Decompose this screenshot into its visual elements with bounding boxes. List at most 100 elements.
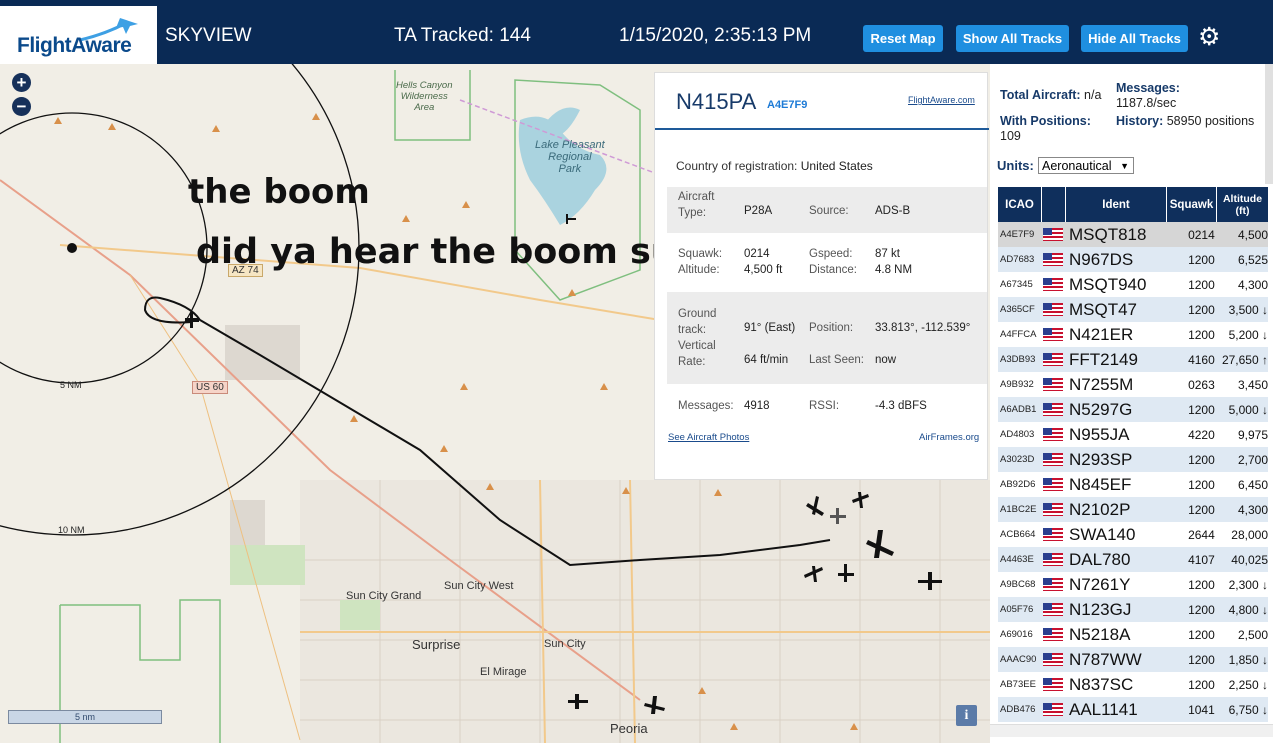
ground-track-value: 91° (East) bbox=[744, 322, 796, 334]
label-us60: US 60 bbox=[192, 381, 228, 394]
row-squawk: 1200 bbox=[1188, 602, 1215, 617]
table-row[interactable]: AAAC90 N787WW 1200 1,850 ↓ bbox=[998, 647, 1268, 672]
table-row[interactable]: A4FFCA N421ER 1200 5,200 ↓ bbox=[998, 322, 1268, 347]
country-label: Country of registration: bbox=[676, 159, 798, 173]
row-ident: N2102P bbox=[1068, 499, 1131, 519]
us-flag-icon bbox=[1043, 503, 1067, 516]
row-squawk: 1200 bbox=[1188, 477, 1215, 492]
row-squawk: 1200 bbox=[1188, 627, 1215, 642]
gspeed-value: 87 kt bbox=[875, 248, 900, 260]
aircraft-table: ICAO Ident Squawk Altitude (ft) A4E7F9 MS… bbox=[998, 187, 1268, 722]
col-squawk[interactable]: Squawk bbox=[1167, 187, 1217, 222]
table-row[interactable]: A05F76 N123GJ 1200 4,800 ↓ bbox=[998, 597, 1268, 622]
zoom-out-button[interactable]: − bbox=[12, 97, 31, 116]
us-flag-icon bbox=[1043, 603, 1067, 616]
table-row[interactable]: A9BC68 N7261Y 1200 2,300 ↓ bbox=[998, 572, 1268, 597]
flightaware-link[interactable]: FlightAware.com bbox=[908, 95, 975, 105]
airframes-link[interactable]: AirFrames.org bbox=[919, 432, 979, 443]
row-altitude: 9,975 bbox=[1237, 427, 1268, 442]
table-row[interactable]: A4E7F9 MSQT818 0214 4,500 bbox=[998, 222, 1268, 247]
row-icao: A69016 bbox=[1000, 629, 1033, 640]
us-flag-icon bbox=[1043, 353, 1067, 366]
units-select[interactable]: Aeronautical ▼ bbox=[1038, 157, 1134, 174]
table-row[interactable]: A4463E DAL780 4107 40,025 bbox=[998, 547, 1268, 572]
distance-value: 4.8 NM bbox=[875, 264, 913, 276]
us-flag-icon bbox=[1043, 303, 1067, 316]
row-ident: AAL1141 bbox=[1068, 699, 1138, 719]
table-row[interactable]: A3DB93 FFT2149 4160 27,650 ↑ bbox=[998, 347, 1268, 372]
popup-ident: N415PA bbox=[676, 89, 757, 114]
table-row[interactable]: A9B932 N7255M 0263 3,450 bbox=[998, 372, 1268, 397]
distance-label: Distance: bbox=[809, 264, 857, 276]
row-altitude: 2,500 bbox=[1237, 627, 1268, 642]
squawk-value: 0214 bbox=[744, 248, 770, 260]
source-label: Source: bbox=[809, 205, 849, 217]
table-row[interactable]: A3023D N293SP 1200 2,700 bbox=[998, 447, 1268, 472]
row-altitude: 3,500 ↓ bbox=[1228, 302, 1268, 317]
label-sun-city: Sun City bbox=[544, 638, 586, 650]
history-value: 58950 positions bbox=[1166, 114, 1255, 128]
map-view[interactable]: + − the boom did ya hear the boom sucka … bbox=[0, 64, 990, 743]
col-flag[interactable] bbox=[1042, 187, 1066, 222]
horizontal-scrollbar[interactable] bbox=[990, 724, 1273, 737]
table-row[interactable]: AD7683 N967DS 1200 6,525 bbox=[998, 247, 1268, 272]
row-altitude: 4,500 bbox=[1237, 227, 1268, 242]
with-positions-label: With Positions: bbox=[1000, 114, 1091, 128]
reset-map-button[interactable]: Reset Map bbox=[863, 25, 943, 52]
row-icao: AD7683 bbox=[1000, 254, 1035, 265]
row-ident: MSQT940 bbox=[1068, 274, 1147, 294]
col-ident[interactable]: Ident bbox=[1066, 187, 1167, 222]
row-icao: A6ADB1 bbox=[1000, 404, 1037, 415]
rssi-value: -4.3 dBFS bbox=[875, 400, 927, 412]
table-row[interactable]: A365CF MSQT47 1200 3,500 ↓ bbox=[998, 297, 1268, 322]
row-altitude: 2,250 ↓ bbox=[1228, 677, 1268, 692]
row-altitude: 2,700 bbox=[1237, 452, 1268, 467]
popup-icao-hex[interactable]: A4E7F9 bbox=[767, 99, 807, 111]
popup-block-squawk: Squawk: 0214 Gspeed: 87 kt Altitude: 4,5… bbox=[667, 239, 987, 285]
row-altitude: 6,450 bbox=[1237, 477, 1268, 492]
us-flag-icon bbox=[1043, 453, 1067, 466]
row-squawk: 1200 bbox=[1188, 252, 1215, 267]
row-icao: A1BC2E bbox=[1000, 504, 1037, 515]
us-flag-icon bbox=[1043, 403, 1067, 416]
row-altitude: 5,000 ↓ bbox=[1228, 402, 1268, 417]
settings-gear-icon[interactable]: ⚙ bbox=[1198, 22, 1220, 52]
row-ident: N787WW bbox=[1068, 649, 1142, 669]
app-name: SKYVIEW bbox=[165, 25, 252, 46]
row-ident: N7255M bbox=[1068, 374, 1134, 394]
vertical-scrollbar[interactable] bbox=[1265, 64, 1273, 184]
flightaware-logo[interactable]: FlightAware bbox=[0, 6, 157, 64]
row-ident: N845EF bbox=[1068, 474, 1132, 494]
table-row[interactable]: A1BC2E N2102P 1200 4,300 bbox=[998, 497, 1268, 522]
row-icao: A4E7F9 bbox=[1000, 229, 1035, 240]
aircraft-photos-link[interactable]: See Aircraft Photos bbox=[668, 432, 749, 443]
aircraft-type-value: P28A bbox=[744, 205, 773, 217]
dropdown-arrow-icon: ▼ bbox=[1120, 161, 1129, 171]
col-icao[interactable]: ICAO bbox=[998, 187, 1042, 222]
map-info-icon[interactable]: i bbox=[956, 705, 977, 726]
table-row[interactable]: A69016 N5218A 1200 2,500 bbox=[998, 622, 1268, 647]
row-ident: MSQT818 bbox=[1068, 224, 1147, 244]
table-row[interactable]: AB73EE N837SC 1200 2,250 ↓ bbox=[998, 672, 1268, 697]
position-value: 33.813°, -112.539° bbox=[875, 322, 971, 334]
label-lake-pleasant: Lake Pleasant Regional Park bbox=[535, 139, 605, 175]
table-row[interactable]: A67345 MSQT940 1200 4,300 bbox=[998, 272, 1268, 297]
table-row[interactable]: AD4803 N955JA 4220 9,975 bbox=[998, 422, 1268, 447]
show-all-tracks-button[interactable]: Show All Tracks bbox=[956, 25, 1069, 52]
zoom-in-button[interactable]: + bbox=[12, 73, 31, 92]
table-row[interactable]: ACB664 SWA140 2644 28,000 bbox=[998, 522, 1268, 547]
table-row[interactable]: ADB476 AAL1141 1041 6,750 ↓ bbox=[998, 697, 1268, 722]
row-squawk: 1200 bbox=[1188, 402, 1215, 417]
hide-all-tracks-button[interactable]: Hide All Tracks bbox=[1081, 25, 1188, 52]
with-positions-value: 109 bbox=[1000, 129, 1021, 143]
aircraft-list-panel: Total Aircraft: n/a Messages: 1187.8/sec… bbox=[990, 64, 1273, 743]
col-altitude[interactable]: Altitude (ft) bbox=[1217, 187, 1268, 222]
us-flag-icon bbox=[1043, 678, 1067, 691]
label-el-mirage: El Mirage bbox=[480, 666, 527, 678]
row-ident: N955JA bbox=[1068, 424, 1130, 444]
table-row[interactable]: AB92D6 N845EF 1200 6,450 bbox=[998, 472, 1268, 497]
label-surprise: Surprise bbox=[412, 637, 461, 652]
table-row[interactable]: A6ADB1 N5297G 1200 5,000 ↓ bbox=[998, 397, 1268, 422]
row-ident: MSQT47 bbox=[1068, 299, 1138, 319]
row-icao: AB92D6 bbox=[1000, 479, 1036, 490]
